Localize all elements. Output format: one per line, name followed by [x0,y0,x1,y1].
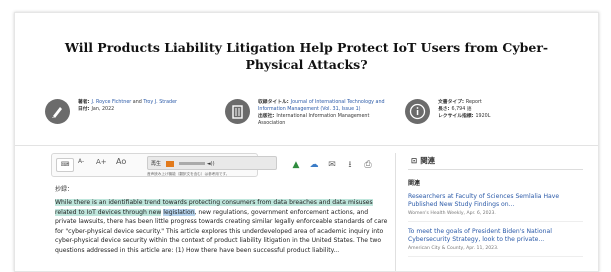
font-reset-button[interactable]: Ao [116,157,126,166]
onedrive-icon[interactable]: ☁ [308,159,320,171]
google-drive-icon[interactable]: ▲ [290,159,302,171]
related-sidebar: ⊡ 関連 関連 Researchers at Faculty of Science… [408,155,583,257]
length-key: 長さ: [438,107,450,112]
abstract-label: 抄録： [55,186,74,193]
lexile-value: 1920L [475,114,491,119]
sidebar-divider [395,153,396,271]
publisher-value: International Information Management Ass… [258,114,370,126]
pen-icon [45,99,70,124]
related-item-source: American City & County, Apr. 11, 2023. [408,245,499,251]
document-frame: Will Products Liability Litigation Help … [14,12,599,272]
length-value: 6,794 語 [451,107,472,112]
download-icon[interactable]: ⭳ [344,159,356,171]
author2-link[interactable]: Troy J. Strader [143,100,177,105]
type-key: 文書タイプ: [438,100,464,105]
related-item-source: Women's Health Weekly, Apr. 6, 2023. [408,210,496,216]
source-meta: 収録タイトル: Journal of International Technolo… [225,93,405,137]
sidebar-title: 関連 [420,156,435,165]
related-item[interactable]: To meet the goals of President Biden's N… [408,228,583,257]
building-icon [225,99,250,124]
print-icon[interactable]: ⎙ [362,159,374,171]
play-label[interactable]: 再生 [151,161,161,167]
abstract-highlight-word: legislation [163,208,195,216]
author-meta: 著者: J. Royce Fichtner and Troy J. Strader… [45,93,210,137]
speed-slider[interactable] [179,162,206,165]
font-increase-button[interactable]: A+ [96,158,107,166]
font-decrease-button[interactable]: A- [78,158,84,165]
translate-icon[interactable]: ⌨ [56,158,74,172]
author1-link[interactable]: J. Royce Fichtner [92,100,132,105]
and-text: and [132,100,142,105]
speech-note: 音声読み上げ機能（翻訳文を含む）は参考用です。 [147,172,230,176]
email-icon[interactable]: ✉ [326,159,338,171]
doc-meta: 文書タイプ: Report 長さ: 6,794 語 レクサイル指標: 1920L [405,93,565,137]
info-icon [405,99,430,124]
abstract-text: While there is an identifiable trend tow… [55,198,390,256]
related-item-title[interactable]: To meet the goals of President Biden's N… [408,228,583,245]
reader-toolbar: ⌨ A- A+ Ao 再生 ◄)) 音声読み上げ機能（翻訳文を含む）は参考用です… [51,153,277,177]
speech-player[interactable]: 再生 ◄)) [147,156,277,170]
publisher-key: 出版社: [258,114,275,119]
related-item[interactable]: Researchers at Faculty of Sciences Semla… [408,193,583,222]
page-title: Will Products Liability Litigation Help … [64,40,549,72]
type-value: Report [465,100,482,105]
lexile-key: レクサイル指標: [438,114,474,119]
related-item-title[interactable]: Researchers at Faculty of Sciences Semla… [408,193,583,210]
author-key: 著者: [78,100,90,105]
pub-key: 収録タイトル: [258,100,289,105]
sidebar-header: ⊡ 関連 [408,155,583,170]
divider [15,145,598,146]
meta-row: 著者: J. Royce Fichtner and Troy J. Strader… [15,93,598,137]
date-key: 日付: [78,107,90,112]
sidebar-subheading: 関連 [408,180,421,187]
stop-icon[interactable] [165,160,174,167]
related-icon: ⊡ [411,156,418,165]
volume-icon[interactable]: ◄)) [207,161,215,167]
date-value: Jan, 2022 [91,107,115,112]
